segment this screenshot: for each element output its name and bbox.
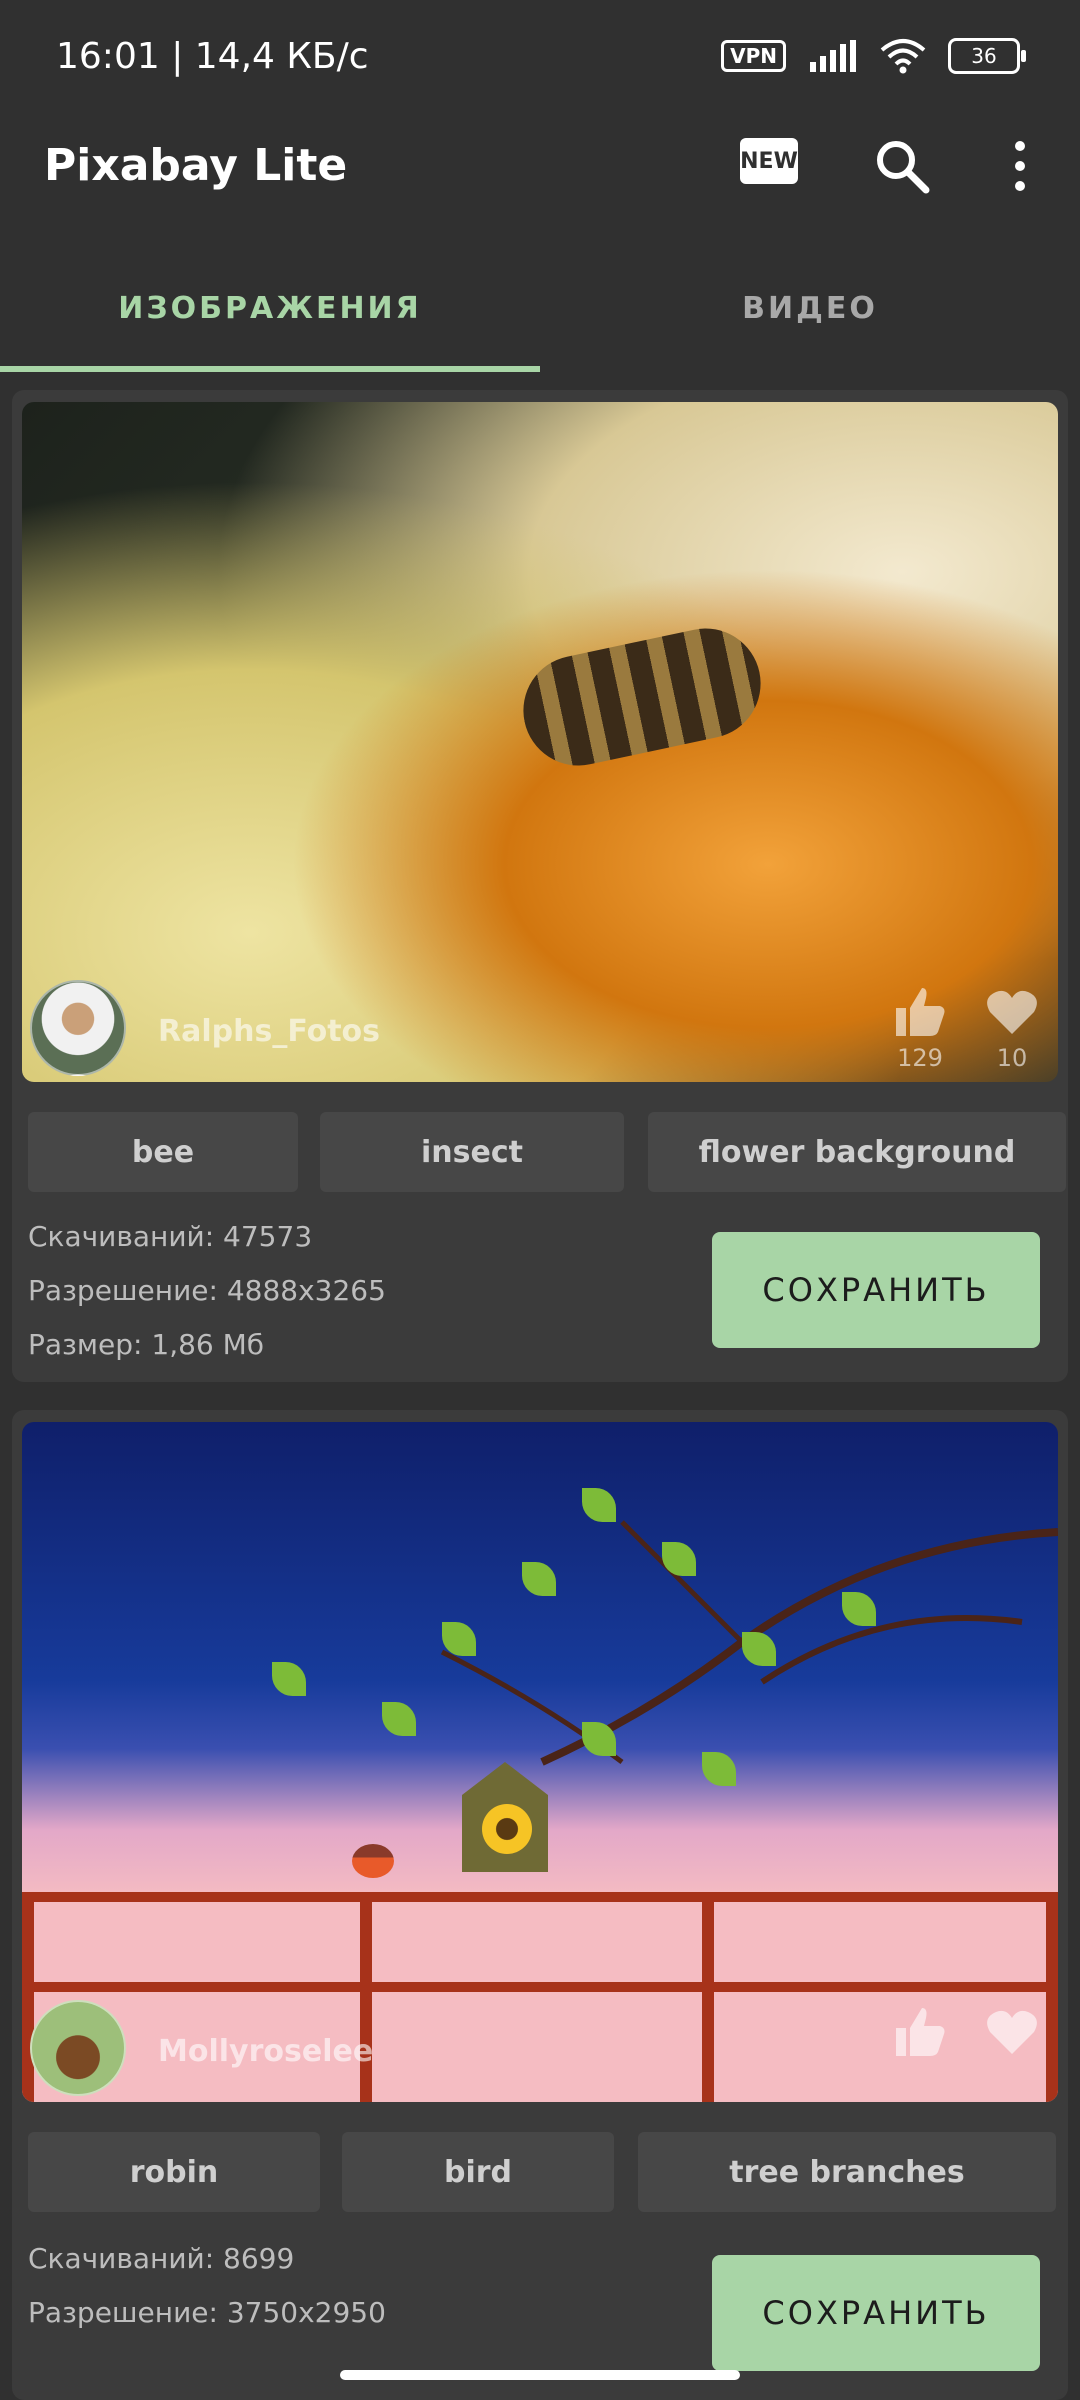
- fence-rail: [22, 1982, 1058, 1992]
- robin-shape: [352, 1844, 394, 1878]
- heart-icon[interactable]: [984, 984, 1040, 1040]
- fence-post: [22, 1892, 34, 2102]
- sunflower-shape: [482, 1804, 532, 1854]
- avatar[interactable]: [30, 2000, 126, 2096]
- tag-chip[interactable]: bee: [28, 1112, 298, 1192]
- photo-bee[interactable]: Ralphs_Fotos 129 10: [22, 402, 1058, 1082]
- fence-rail: [22, 1892, 1058, 1902]
- fence-post: [1046, 1892, 1058, 2102]
- status-icons: VPN 36: [721, 36, 1026, 76]
- tab-video[interactable]: ВИДЕО: [540, 262, 1080, 354]
- tag-chip[interactable]: flower background: [648, 1112, 1066, 1192]
- tag-chip[interactable]: insect: [320, 1112, 624, 1192]
- more-vert-icon[interactable]: [1000, 136, 1040, 196]
- home-indicator[interactable]: [340, 2370, 740, 2380]
- search-icon[interactable]: [872, 136, 932, 196]
- favorite-count: 10: [996, 1044, 1028, 1072]
- new-icon[interactable]: NEW: [740, 138, 798, 184]
- avatar[interactable]: [30, 980, 126, 1076]
- bee-shape: [513, 618, 771, 776]
- like-count: 129: [897, 1044, 943, 1072]
- username[interactable]: Ralphs_Fotos: [158, 1014, 380, 1049]
- app-title: Pixabay Lite: [44, 140, 348, 191]
- image-card: Mollyroselee robin bird tree branches Ск…: [12, 1410, 1068, 2400]
- tab-images[interactable]: ИЗОБРАЖЕНИЯ: [0, 262, 540, 354]
- resolution-text: Разрешение: 4888x3265: [28, 1274, 386, 1307]
- tag-chip[interactable]: robin: [28, 2132, 320, 2212]
- branches-shape: [440, 1520, 1058, 1766]
- tab-indicator: [0, 366, 540, 372]
- save-button[interactable]: СОХРАНИТЬ: [712, 2255, 1040, 2371]
- resolution-text: Разрешение: 3750x2950: [28, 2296, 386, 2329]
- save-button[interactable]: СОХРАНИТЬ: [712, 1232, 1040, 1348]
- battery-icon: 36: [948, 38, 1026, 74]
- fence-post: [360, 1892, 372, 2102]
- heart-icon[interactable]: [984, 2004, 1040, 2060]
- vpn-icon: VPN: [721, 40, 786, 72]
- status-time: 16:01 | 14,4 КБ/с: [56, 36, 369, 77]
- tag-chip[interactable]: bird: [342, 2132, 614, 2212]
- photo-robin[interactable]: Mollyroselee: [22, 1422, 1058, 2102]
- like-icon[interactable]: [890, 982, 950, 1042]
- like-icon[interactable]: [890, 2002, 950, 2062]
- username[interactable]: Mollyroselee: [158, 2034, 373, 2069]
- wifi-icon: [880, 39, 926, 74]
- signal-icon: [810, 40, 856, 72]
- leaf-shape: [272, 1662, 306, 1696]
- tag-chip[interactable]: tree branches: [638, 2132, 1056, 2212]
- downloads-text: Скачиваний: 47573: [28, 1220, 313, 1253]
- downloads-text: Скачиваний: 8699: [28, 2242, 295, 2275]
- size-text: Размер: 1,86 Мб: [28, 1328, 265, 1361]
- image-card: Ralphs_Fotos 129 10 bee insect flower ba…: [12, 390, 1068, 1382]
- fence-post: [702, 1892, 714, 2102]
